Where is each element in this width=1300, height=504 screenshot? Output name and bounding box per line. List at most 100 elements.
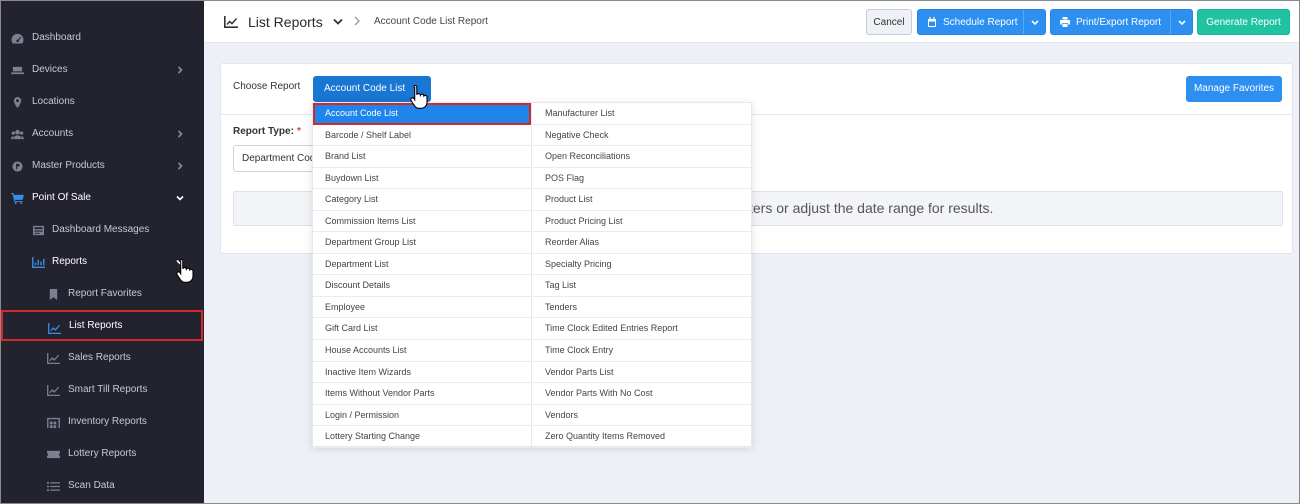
chart-line-icon xyxy=(47,385,60,396)
chart-line-icon xyxy=(224,15,238,28)
bookmark-icon xyxy=(47,289,60,300)
report-menu-item[interactable]: Product List xyxy=(533,189,752,211)
report-menu-item[interactable]: Commission Items List xyxy=(313,211,531,233)
report-menu-item[interactable]: Time Clock Edited Entries Report xyxy=(533,318,752,341)
sidebar-item-label: Inventory Reports xyxy=(68,416,147,427)
report-menu-item[interactable]: Category List xyxy=(313,189,531,211)
sidebar-item-label: Dashboard Messages xyxy=(52,224,150,235)
chevron-down-icon xyxy=(176,194,184,202)
sidebar-item-scan-data[interactable]: Scan Data xyxy=(0,470,204,502)
sidebar-item-reports[interactable]: Reports xyxy=(0,246,204,278)
report-menu-item[interactable]: Brand List xyxy=(313,146,531,168)
report-menu-item[interactable]: Vendor Parts With No Cost xyxy=(533,383,752,405)
sidebar-item-dashboard-messages[interactable]: Dashboard Messages xyxy=(0,214,204,246)
sidebar-item-label: Smart Till Reports xyxy=(68,384,148,395)
print-export-button[interactable]: Print/Export Report xyxy=(1050,9,1193,35)
calendar-icon xyxy=(927,17,937,27)
report-menu-item[interactable]: Open Reconciliations xyxy=(533,146,752,168)
generate-report-button[interactable]: Generate Report xyxy=(1197,9,1290,35)
chart-icon xyxy=(32,257,45,268)
manage-favorites-button[interactable]: Manage Favorites xyxy=(1186,76,1282,102)
sidebar-item-lottery-reports[interactable]: Lottery Reports xyxy=(0,438,204,470)
product-icon xyxy=(11,161,24,172)
printer-icon xyxy=(1060,17,1070,27)
chevron-right-icon xyxy=(176,66,184,74)
sidebar-item-list-reports[interactable]: List Reports xyxy=(1,310,203,341)
report-menu-item[interactable]: Product Pricing List xyxy=(533,211,752,233)
report-menu-item[interactable]: POS Flag xyxy=(533,168,752,190)
sidebar: Dashboard Devices Locations Accounts Mas… xyxy=(0,0,204,504)
report-menu-item[interactable]: Barcode / Shelf Label xyxy=(313,125,531,147)
chart-line-icon xyxy=(48,323,61,334)
devices-icon xyxy=(11,65,24,76)
report-menu-item[interactable]: Reorder Alias xyxy=(533,232,752,254)
sidebar-item-dashboard[interactable]: Dashboard xyxy=(0,22,204,54)
warehouse-icon xyxy=(47,417,60,428)
breadcrumb-separator-icon xyxy=(354,16,360,26)
page-title-group[interactable]: List Reports xyxy=(224,0,343,43)
report-menu-column-2: Manufacturer List Negative Check Open Reco… xyxy=(533,103,752,448)
sidebar-item-label: Devices xyxy=(32,64,68,75)
sidebar-item-accounts[interactable]: Accounts xyxy=(0,118,204,150)
chevron-right-icon xyxy=(176,130,184,138)
sidebar-item-sales-reports[interactable]: Sales Reports xyxy=(0,342,204,374)
report-menu-item[interactable]: Negative Check xyxy=(533,125,752,147)
required-mark: * xyxy=(296,126,301,137)
report-menu-item[interactable]: Time Clock Entry xyxy=(533,340,752,362)
report-menu-item[interactable]: Vendor Parts List xyxy=(533,362,752,384)
sidebar-item-locations[interactable]: Locations xyxy=(0,86,204,118)
choose-report-label: Choose Report xyxy=(233,81,301,92)
cart-icon xyxy=(11,193,24,204)
report-menu-item[interactable]: Items Without Vendor Parts xyxy=(313,383,531,405)
report-menu-item[interactable]: Login / Permission xyxy=(313,405,531,427)
report-menu-item[interactable]: Gift Card List xyxy=(313,318,531,341)
report-menu-item[interactable]: Department List xyxy=(313,254,531,276)
sidebar-item-label: Master Products xyxy=(32,160,105,171)
mouse-pointer-icon xyxy=(175,258,195,284)
sidebar-item-label: Scan Data xyxy=(68,480,115,491)
chevron-down-icon[interactable] xyxy=(1170,10,1192,34)
report-menu-item[interactable]: Manufacturer List xyxy=(533,103,752,125)
sidebar-item-point-of-sale[interactable]: Point Of Sale xyxy=(0,182,204,214)
sidebar-item-label: Dashboard xyxy=(32,32,81,43)
sidebar-item-label: Accounts xyxy=(32,128,74,139)
report-menu-item[interactable]: Lottery Starting Change xyxy=(313,426,531,448)
report-menu-item[interactable]: Department Group List xyxy=(313,232,531,254)
ticket-icon xyxy=(47,449,60,460)
report-menu-item[interactable]: House Accounts List xyxy=(313,340,531,362)
sidebar-item-devices[interactable]: Devices xyxy=(0,54,204,86)
sidebar-item-inventory-reports[interactable]: Inventory Reports xyxy=(0,406,204,438)
report-menu-item[interactable]: Zero Quantity Items Removed xyxy=(533,426,752,448)
sidebar-item-smart-till-reports[interactable]: Smart Till Reports xyxy=(0,374,204,406)
top-bar: List Reports Account Code List Report Ca… xyxy=(204,0,1300,43)
chevron-down-icon[interactable] xyxy=(333,18,343,25)
sidebar-item-label: List Reports xyxy=(69,320,123,331)
print-export-label: Print/Export Report xyxy=(1076,16,1162,28)
report-dropdown-menu: Account Code List Barcode / Shelf Label Br… xyxy=(312,102,752,448)
sidebar-item-report-favorites[interactable]: Report Favorites xyxy=(0,278,204,310)
report-menu-item[interactable]: Specialty Pricing xyxy=(533,254,752,276)
report-menu-item[interactable]: Discount Details xyxy=(313,275,531,297)
sidebar-item-label: Point Of Sale xyxy=(32,192,91,203)
breadcrumb: Account Code List Report xyxy=(374,16,488,27)
cancel-button[interactable]: Cancel xyxy=(866,9,912,35)
list-icon xyxy=(47,481,60,492)
report-menu-item[interactable]: Employee xyxy=(313,297,531,319)
users-icon xyxy=(11,129,24,140)
dashboard-icon xyxy=(11,33,24,44)
chevron-right-icon xyxy=(176,162,184,170)
sidebar-item-label: Sales Reports xyxy=(68,352,131,363)
message-icon xyxy=(32,225,45,236)
report-menu-item[interactable]: Tenders xyxy=(533,297,752,319)
report-menu-item[interactable]: Vendors xyxy=(533,405,752,427)
chevron-down-icon[interactable] xyxy=(1023,10,1045,34)
report-menu-item[interactable]: Inactive Item Wizards xyxy=(313,362,531,384)
mouse-pointer-icon xyxy=(409,84,429,110)
report-menu-item[interactable]: Tag List xyxy=(533,275,752,297)
sidebar-item-label: Reports xyxy=(52,256,88,267)
sidebar-item-label: Report Favorites xyxy=(68,288,142,299)
sidebar-item-master-products[interactable]: Master Products xyxy=(0,150,204,182)
schedule-report-button[interactable]: Schedule Report xyxy=(917,9,1046,35)
report-type-select[interactable]: Department Code xyxy=(233,145,323,172)
report-menu-item[interactable]: Buydown List xyxy=(313,168,531,190)
